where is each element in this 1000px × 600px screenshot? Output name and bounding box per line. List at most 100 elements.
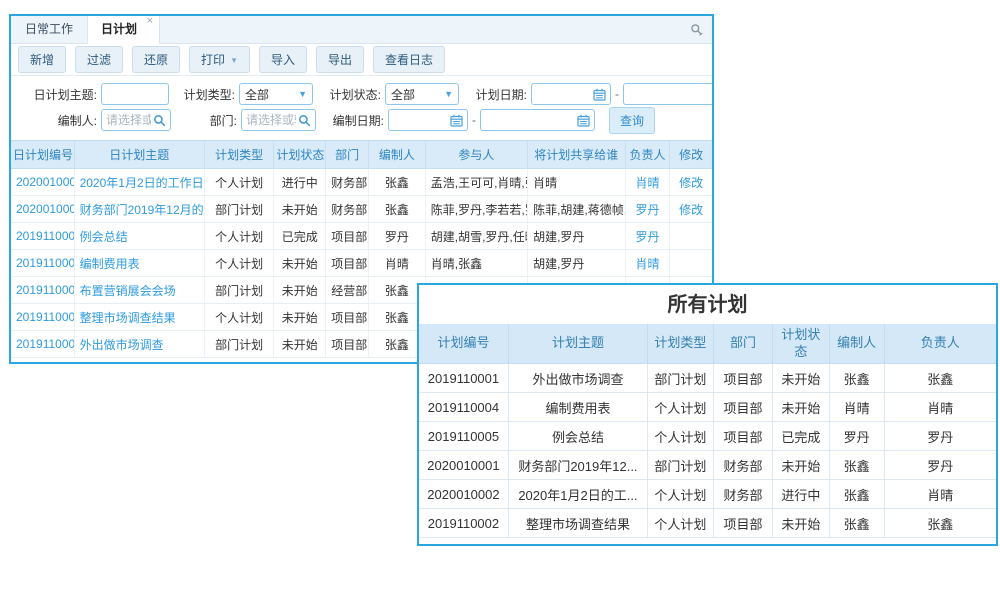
cell-link[interactable]: 肖晴 [635,176,659,190]
table-cell: 项目部 [713,509,772,538]
chevron-down-icon: ▼ [230,56,238,65]
calendar-icon[interactable] [593,88,606,101]
cell-link[interactable]: 2019110002 [16,310,74,324]
tab-daily-work[interactable]: 日常工作 [11,14,87,43]
table-cell: 张鑫 [884,364,996,393]
cell-link[interactable]: 2019110003 [16,283,74,297]
cell-link[interactable]: 2019110004 [16,256,74,270]
table-cell: 财务部 [326,169,369,196]
view-log-button[interactable]: 查看日志 [373,46,445,73]
creator-field[interactable] [101,109,171,131]
subject-input[interactable] [101,83,169,105]
header-row: 日计划编号日计划主题计划类型计划状态部门编制人参与人将计划共享给谁负责人修改 [11,141,712,169]
cell-link[interactable]: 财务部门2019年12月的... [80,203,205,217]
table-cell: 2020010001 [11,196,74,223]
dept-input[interactable] [246,113,296,127]
restore-button[interactable]: 还原 [132,46,180,73]
export-button[interactable]: 导出 [316,46,364,73]
table-cell: 2020010002 [419,480,508,509]
cell-link[interactable]: 修改 [679,176,703,190]
search-icon[interactable] [298,114,311,127]
table-cell: 个人计划 [204,304,273,331]
created-date-to-input[interactable] [485,113,575,127]
tab-daily-plan[interactable]: 日计划 × [87,14,160,44]
table-cell: 财务部门2019年12... [508,451,647,480]
plan-date-to-input[interactable] [628,87,714,101]
dept-field[interactable] [241,109,316,131]
table-cell: 财务部 [326,196,369,223]
cell-link[interactable]: 整理市场调查结果 [80,311,176,325]
table-cell: 张鑫 [368,196,425,223]
table-cell: 部门计划 [204,331,273,358]
table-cell: 肖晴 [884,393,996,422]
plan-date-to-field[interactable] [623,83,714,105]
table-cell: 肖晴 [625,250,670,277]
cell-link[interactable]: 例会总结 [80,230,128,244]
cell-link[interactable]: 修改 [679,203,703,217]
cell-link[interactable]: 2020010001 [16,202,74,216]
table-row: 20200100022020年1月2日的工作日...个人计划进行中财务部张鑫孟浩… [11,169,712,196]
cell-link[interactable]: 罗丹 [635,230,659,244]
creator-input[interactable] [106,113,151,127]
cell-link[interactable]: 2019110005 [16,229,74,243]
table-cell: 罗丹 [625,196,670,223]
created-date-from-input[interactable] [393,113,448,127]
add-button[interactable]: 新增 [18,46,66,73]
subject-label: 日计划主题: [19,86,97,103]
table-cell: 2019110001 [419,364,508,393]
table-cell: 外出做市场调查 [74,331,204,358]
table-cell: 张鑫 [829,509,884,538]
table-cell: 项目部 [713,364,772,393]
table-cell: 项目部 [326,304,369,331]
cell-link[interactable]: 2020年1月2日的工作日... [80,176,205,190]
search-icon[interactable] [153,114,166,127]
table-row: 2019110002整理市场调查结果个人计划项目部未开始张鑫张鑫 [419,509,996,538]
toolbar: 新增 过滤 还原 打印▼ 导入 导出 查看日志 [11,44,712,76]
column-header: 计划类型 [647,324,713,364]
filter-button[interactable]: 过滤 [75,46,123,73]
table-cell: 未开始 [773,451,830,480]
table-cell: 2019110005 [419,422,508,451]
table-cell: 胡建,胡雪,罗丹,任晓... [425,223,527,250]
table-cell: 未开始 [773,364,830,393]
table-cell: 个人计划 [647,422,713,451]
column-header: 修改 [670,141,712,169]
column-header: 负责人 [625,141,670,169]
search-button[interactable]: 查询 [609,107,655,134]
calendar-icon[interactable] [450,114,463,127]
print-dropdown-button[interactable]: 打印▼ [189,46,250,73]
cell-link[interactable]: 2019110001 [16,337,74,351]
import-button[interactable]: 导入 [259,46,307,73]
table-row: 2019110005例会总结个人计划项目部已完成罗丹罗丹 [419,422,996,451]
cell-link[interactable]: 肖晴 [635,257,659,271]
cell-link[interactable]: 外出做市场调查 [80,338,164,352]
plan-date-from-input[interactable] [536,87,591,101]
table-row: 2019110005例会总结个人计划已完成项目部罗丹胡建,胡雪,罗丹,任晓...… [11,223,712,250]
created-date-from-field[interactable] [388,109,468,131]
table-cell: 陈菲,罗丹,李若若,罗... [425,196,527,223]
cell-link[interactable]: 2020010002 [16,175,74,189]
plan-type-select[interactable]: 全部 ▼ [239,83,313,105]
table-cell: 张鑫 [829,364,884,393]
table-cell: 2019110001 [11,331,74,358]
cell-link[interactable]: 编制费用表 [80,257,140,271]
header-row: 计划编号计划主题计划类型部门计划状态编制人负责人 [419,324,996,364]
cell-link[interactable]: 罗丹 [635,203,659,217]
page-title: 所有计划 [419,285,996,324]
creator-label: 编制人: [19,112,97,129]
table-cell: 2020年1月2日的工作日... [74,169,204,196]
quick-search-icon[interactable] [690,23,704,37]
calendar-icon[interactable] [577,114,590,127]
table-cell: 部门计划 [204,277,273,304]
table-cell: 2019110004 [11,250,74,277]
table-cell: 肖晴 [829,393,884,422]
close-icon[interactable]: × [147,16,153,27]
plan-date-from-field[interactable] [531,83,611,105]
table-cell: 张鑫 [368,169,425,196]
created-date-to-field[interactable] [480,109,595,131]
table-cell: 整理市场调查结果 [508,509,647,538]
plan-status-select[interactable]: 全部 ▼ [385,83,459,105]
cell-link[interactable]: 布置营销展会会场 [80,284,176,298]
table-cell: 肖晴 [368,250,425,277]
column-header: 计划状态 [274,141,326,169]
